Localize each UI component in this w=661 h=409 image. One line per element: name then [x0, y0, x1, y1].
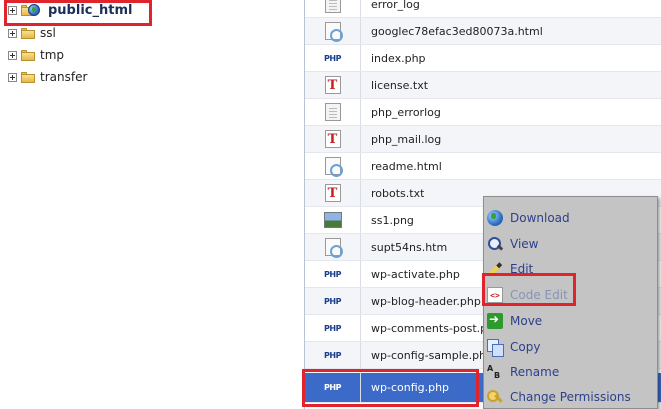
- download-globe-icon: [487, 210, 503, 226]
- tree-item-ssl[interactable]: ssl: [8, 24, 56, 42]
- key-icon: [487, 389, 503, 405]
- folder-icon: [21, 71, 35, 83]
- magnifier-icon: [487, 236, 503, 252]
- file-name: php_mail.log: [371, 132, 442, 146]
- directory-tree: public_html ssl tmp transfer: [0, 0, 304, 409]
- menu-item-label: Copy: [510, 340, 541, 354]
- tree-item-label: tmp: [40, 48, 65, 62]
- menu-item-code-edit[interactable]: <> Code Edit: [487, 284, 568, 306]
- php-file-icon: PHP: [324, 269, 341, 279]
- copy-pages-icon: [487, 339, 504, 357]
- tree-item-public-html[interactable]: public_html: [8, 1, 132, 19]
- expand-icon[interactable]: [8, 50, 17, 60]
- file-name: googlec78efac3ed80073a.html: [371, 24, 543, 38]
- php-file-icon: PHP: [324, 296, 341, 306]
- file-name: php_errorlog: [371, 105, 441, 119]
- text-file-icon: T: [324, 184, 341, 202]
- blank-file-icon: [324, 0, 341, 13]
- tree-item-label: public_html: [48, 2, 133, 18]
- blank-file-icon: [324, 103, 341, 121]
- text-file-icon: T: [324, 76, 341, 94]
- file-name: robots.txt: [371, 186, 425, 200]
- tree-item-tmp[interactable]: tmp: [8, 46, 64, 64]
- expand-icon[interactable]: [8, 72, 17, 82]
- image-file-icon: [323, 212, 342, 228]
- php-file-icon: PHP: [324, 323, 341, 333]
- file-row[interactable]: readme.html: [305, 153, 661, 180]
- tree-item-label: transfer: [40, 70, 88, 84]
- context-menu: Download View Edit <> Code Edit Move Cop…: [483, 196, 658, 409]
- file-row[interactable]: T php_mail.log: [305, 126, 661, 153]
- file-name: error_log: [371, 0, 420, 11]
- expand-icon[interactable]: [8, 28, 17, 38]
- tree-item-transfer[interactable]: transfer: [8, 68, 87, 86]
- menu-item-label: Code Edit: [510, 288, 568, 302]
- file-name: wp-blog-header.php: [371, 294, 481, 308]
- file-row[interactable]: T license.txt: [305, 72, 661, 99]
- file-row[interactable]: error_log: [305, 0, 661, 18]
- menu-item-rename[interactable]: A B Rename: [487, 361, 559, 383]
- file-name: wp-config-sample.php: [371, 348, 494, 362]
- folder-icon: [21, 49, 35, 61]
- rename-ab-icon: A B: [487, 364, 503, 380]
- file-name: wp-config.php: [371, 381, 450, 394]
- pencil-icon: [487, 261, 503, 277]
- file-row[interactable]: PHP index.php: [305, 45, 661, 72]
- tree-item-label: ssl: [40, 26, 56, 40]
- menu-item-label: Change Permissions: [510, 390, 631, 404]
- file-name: wp-comments-post.php: [371, 321, 502, 335]
- rename-glyph-a: A: [487, 364, 494, 373]
- html-file-icon: [324, 157, 343, 177]
- menu-item-label: Move: [510, 314, 543, 328]
- php-file-icon: PHP: [324, 53, 341, 63]
- folder-icon: [21, 27, 35, 39]
- menu-item-label: Edit: [510, 262, 534, 276]
- rename-glyph-b: B: [494, 371, 501, 380]
- text-file-icon: T: [324, 130, 341, 148]
- code-edit-icon: <>: [487, 287, 503, 303]
- globe-folder-icon: [21, 3, 43, 16]
- menu-item-label: View: [510, 237, 539, 251]
- menu-item-download[interactable]: Download: [487, 207, 570, 229]
- menu-item-label: Download: [510, 211, 570, 225]
- php-file-icon: PHP: [324, 383, 341, 392]
- file-name: ss1.png: [371, 213, 414, 227]
- menu-item-view[interactable]: View: [487, 233, 538, 255]
- menu-item-move[interactable]: Move: [487, 310, 542, 332]
- html-file-icon: [324, 22, 343, 42]
- file-row[interactable]: php_errorlog: [305, 99, 661, 126]
- php-file-icon: PHP: [324, 350, 341, 360]
- expand-icon[interactable]: [8, 5, 17, 15]
- file-name: readme.html: [371, 159, 442, 173]
- move-arrow-icon: [487, 312, 503, 329]
- menu-item-edit[interactable]: Edit: [487, 258, 533, 280]
- menu-item-change-permissions[interactable]: Change Permissions: [487, 386, 631, 408]
- html-file-icon: [324, 238, 343, 258]
- menu-item-copy[interactable]: Copy: [487, 336, 540, 358]
- file-name: license.txt: [371, 78, 429, 92]
- file-name: supt54ns.htm: [371, 240, 448, 254]
- menu-item-label: Rename: [510, 365, 560, 379]
- file-name: index.php: [371, 51, 426, 65]
- file-name: wp-activate.php: [371, 267, 460, 281]
- file-row[interactable]: googlec78efac3ed80073a.html: [305, 18, 661, 45]
